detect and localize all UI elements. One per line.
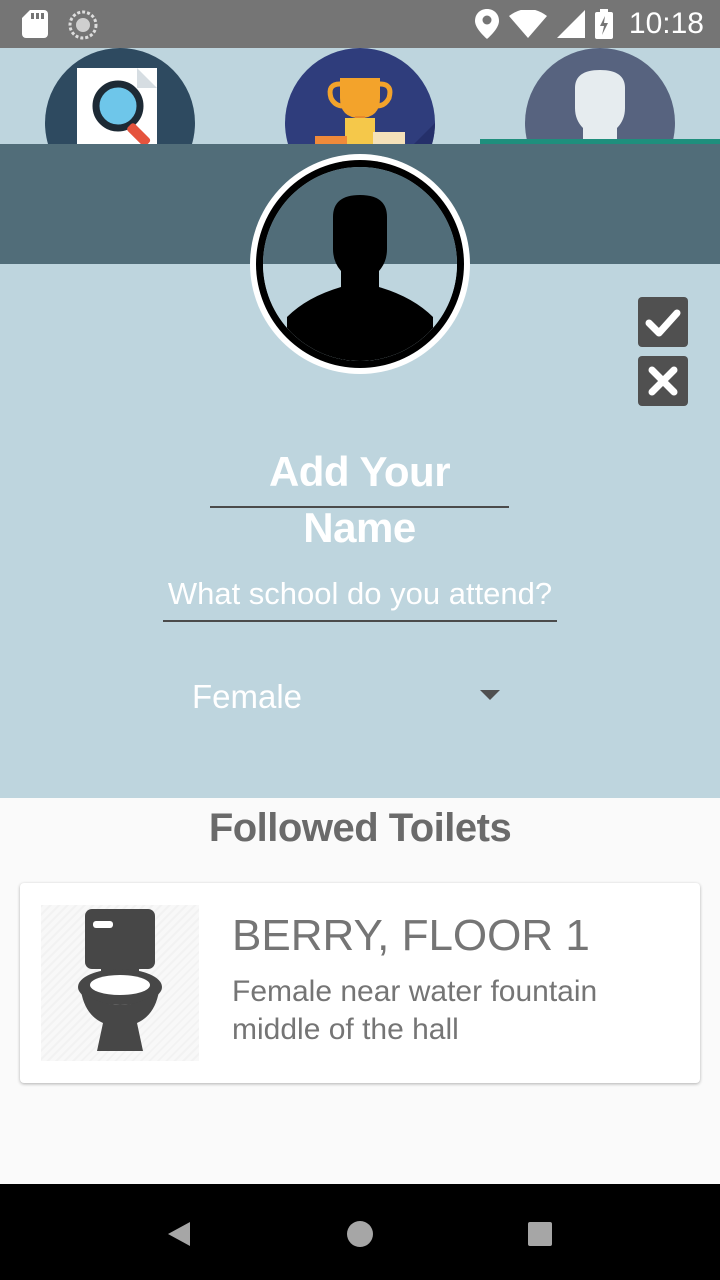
confirm-button[interactable]: [638, 297, 688, 347]
toilet-description: Female near water fountain middle of the…: [232, 975, 598, 1046]
chevron-down-icon: [480, 690, 500, 700]
sd-card-icon: [22, 10, 48, 38]
system-nav-bar: [0, 1184, 720, 1280]
recents-icon[interactable]: [520, 1214, 560, 1254]
toilet-title: BERRY, FLOOR 1: [232, 911, 590, 960]
signal-icon: [556, 10, 585, 38]
close-icon: [648, 366, 678, 396]
user-silhouette-icon: [263, 167, 457, 361]
check-icon: [645, 309, 681, 337]
school-input[interactable]: What school do you attend?: [163, 572, 557, 622]
clock: 10:18: [628, 7, 704, 40]
wifi-icon: [508, 10, 547, 38]
list-item[interactable]: BERRY, FLOOR 1 Female near water fountai…: [20, 883, 700, 1083]
sync-icon: [68, 10, 98, 40]
name-input[interactable]: Add Your Name: [210, 444, 509, 551]
section-title: Followed Toilets: [208, 806, 512, 850]
home-icon[interactable]: [340, 1214, 380, 1254]
tab-profile[interactable]: [480, 48, 720, 144]
back-icon[interactable]: [160, 1214, 200, 1254]
status-bar: 10:18: [0, 0, 720, 48]
tab-search[interactable]: [0, 48, 240, 144]
toilet-icon: [41, 905, 199, 1061]
tab-strip: [0, 48, 720, 144]
gender-select-value: Female: [192, 678, 303, 715]
battery-charging-icon: [594, 9, 613, 39]
cancel-button[interactable]: [638, 356, 688, 406]
profile-avatar[interactable]: [250, 154, 470, 374]
tab-leaderboard[interactable]: [240, 48, 480, 144]
search-document-icon: [45, 48, 195, 144]
gender-select[interactable]: Female: [190, 670, 510, 726]
user-silhouette-icon: [525, 48, 675, 144]
location-icon: [474, 9, 499, 39]
trophy-podium-icon: [285, 48, 435, 144]
status-right: 10:18: [474, 0, 704, 48]
